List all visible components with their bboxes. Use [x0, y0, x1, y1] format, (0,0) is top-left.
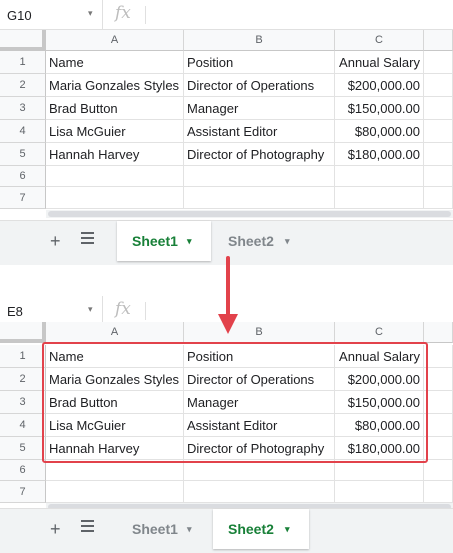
column-header-c[interactable]: C [335, 322, 424, 343]
cell-b3[interactable]: Manager [184, 97, 335, 120]
tab-dropdown-icon[interactable]: ▾ [187, 509, 192, 549]
row-header-6[interactable]: 6 [0, 166, 46, 187]
cell-d7[interactable] [424, 187, 453, 209]
cell-d6[interactable] [424, 460, 453, 481]
row-header-1[interactable]: 1 [0, 345, 46, 368]
tab-label: Sheet1 [132, 521, 178, 537]
cell-a5[interactable]: Hannah Harvey [46, 143, 184, 166]
cell-c7[interactable] [335, 481, 424, 503]
cell-b7[interactable] [184, 187, 335, 209]
cell-d3[interactable] [424, 391, 453, 414]
cell-b6[interactable] [184, 460, 335, 481]
row-header-3[interactable]: 3 [0, 97, 46, 120]
row-header-5[interactable]: 5 [0, 143, 46, 166]
cell-d4[interactable] [424, 414, 453, 437]
cell-a6[interactable] [46, 460, 184, 481]
cell-d1[interactable] [424, 345, 453, 368]
cell-a2[interactable]: Maria Gonzales Styles [46, 74, 184, 97]
row-header-7[interactable]: 7 [0, 481, 46, 503]
cell-d5[interactable] [424, 437, 453, 460]
formula-bar: G10 ▾ fx [0, 0, 453, 30]
scrollbar-thumb[interactable] [48, 211, 451, 217]
column-header-a[interactable]: A [46, 30, 184, 51]
cell-a3[interactable]: Brad Button [46, 97, 184, 120]
row-header-5[interactable]: 5 [0, 437, 46, 460]
cell-d7[interactable] [424, 481, 453, 503]
cell-d2[interactable] [424, 74, 453, 97]
highlighted-range-box [42, 342, 428, 463]
cell-b7[interactable] [184, 481, 335, 503]
cell-c3[interactable]: $150,000.00 [335, 97, 424, 120]
cell-d2[interactable] [424, 368, 453, 391]
horizontal-scrollbar[interactable] [46, 210, 453, 218]
cell-d1[interactable] [424, 51, 453, 74]
column-header-b[interactable]: B [184, 322, 335, 343]
cell-d6[interactable] [424, 166, 453, 187]
cell-b6[interactable] [184, 166, 335, 187]
cell-d4[interactable] [424, 120, 453, 143]
all-sheets-icon[interactable] [81, 232, 94, 244]
cell-a7[interactable] [46, 481, 184, 503]
formula-separator [145, 302, 146, 320]
tab-dropdown-icon[interactable]: ▾ [285, 221, 290, 261]
sheet-tab-bar: + Sheet1 ▾ Sheet2 ▾ [0, 508, 453, 553]
cell-b2[interactable]: Director of Operations [184, 74, 335, 97]
fx-icon: fx [115, 3, 131, 23]
row-header-7[interactable]: 7 [0, 187, 46, 209]
tab-sheet1[interactable]: Sheet1 ▾ [117, 509, 211, 549]
tab-dropdown-icon[interactable]: ▾ [187, 221, 192, 261]
all-sheets-icon[interactable] [81, 520, 94, 532]
cell-c7[interactable] [335, 187, 424, 209]
row-header-6[interactable]: 6 [0, 460, 46, 481]
cell-b5[interactable]: Director of Photography [184, 143, 335, 166]
cell-c5[interactable]: $180,000.00 [335, 143, 424, 166]
column-header-d[interactable] [424, 322, 453, 343]
cell-a7[interactable] [46, 187, 184, 209]
fx-icon: fx [115, 299, 131, 319]
cell-c2[interactable]: $200,000.00 [335, 74, 424, 97]
name-box-value: G10 [7, 8, 32, 23]
row-header-2[interactable]: 2 [0, 74, 46, 97]
tab-label: Sheet2 [228, 521, 274, 537]
add-sheet-icon[interactable]: + [50, 519, 61, 540]
cell-b4[interactable]: Assistant Editor [184, 120, 335, 143]
tab-dropdown-icon[interactable]: ▾ [285, 509, 290, 549]
name-box[interactable]: G10 ▾ [0, 0, 103, 30]
cell-c6[interactable] [335, 166, 424, 187]
add-sheet-icon[interactable]: + [50, 231, 61, 252]
name-box-value: E8 [7, 304, 23, 319]
cell-d3[interactable] [424, 97, 453, 120]
formula-separator [145, 6, 146, 24]
cell-c1[interactable]: Annual Salary [335, 51, 424, 74]
cell-d5[interactable] [424, 143, 453, 166]
spreadsheet-before: G10 ▾ fx A B C 1 Name Position Annual Sa… [0, 0, 453, 265]
cell-c4[interactable]: $80,000.00 [335, 120, 424, 143]
row-header-1[interactable]: 1 [0, 51, 46, 74]
cell-b1[interactable]: Position [184, 51, 335, 74]
tab-sheet2[interactable]: Sheet2 ▾ [213, 509, 309, 549]
cell-a1[interactable]: Name [46, 51, 184, 74]
row-header-4[interactable]: 4 [0, 120, 46, 143]
cell-c6[interactable] [335, 460, 424, 481]
column-header-c[interactable]: C [335, 30, 424, 51]
tab-label: Sheet1 [132, 233, 178, 249]
tab-label: Sheet2 [228, 233, 274, 249]
column-header-b[interactable]: B [184, 30, 335, 51]
select-all-corner[interactable] [0, 322, 46, 343]
tab-sheet2[interactable]: Sheet2 ▾ [213, 221, 307, 261]
cell-a6[interactable] [46, 166, 184, 187]
tab-sheet1[interactable]: Sheet1 ▾ [117, 221, 211, 261]
column-header-d[interactable] [424, 30, 453, 51]
select-all-corner[interactable] [0, 30, 46, 51]
name-box-dropdown-icon[interactable]: ▾ [88, 8, 93, 19]
row-header-2[interactable]: 2 [0, 368, 46, 391]
column-header-a[interactable]: A [46, 322, 184, 343]
row-header-3[interactable]: 3 [0, 391, 46, 414]
cell-a4[interactable]: Lisa McGuier [46, 120, 184, 143]
down-arrow-icon [218, 256, 238, 334]
row-header-4[interactable]: 4 [0, 414, 46, 437]
name-box-dropdown-icon[interactable]: ▾ [88, 304, 93, 315]
